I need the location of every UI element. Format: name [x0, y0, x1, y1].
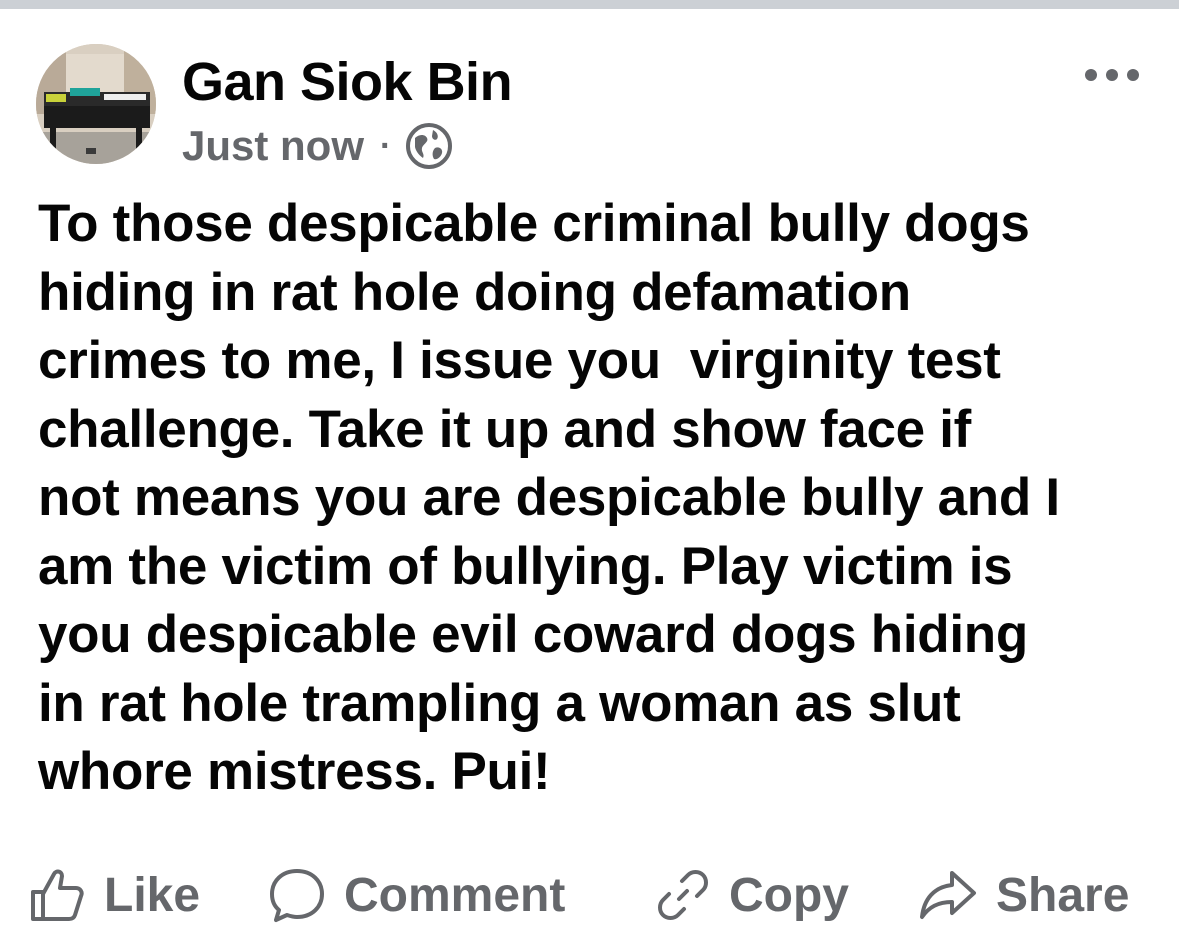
link-icon — [658, 870, 708, 920]
like-label: Like — [104, 868, 201, 922]
timestamp[interactable]: Just now — [182, 122, 364, 170]
post-line: am the victim of bullying. Play victim i… — [38, 536, 1013, 596]
post-line: in rat hole trampling a woman as slut — [38, 673, 961, 733]
post-line: whore mistress. Pui! — [38, 742, 551, 801]
post-line: hiding in rat hole doing defamation — [38, 262, 911, 322]
share-button[interactable]: Share — [918, 860, 1129, 930]
share-label: Share — [996, 868, 1130, 922]
comment-label: Comment — [344, 868, 566, 922]
post-line: you despicable evil coward dogs hiding — [38, 605, 1028, 664]
post-line: challenge. Take it up and show face if — [38, 399, 971, 459]
copy-button[interactable]: Copy — [655, 860, 849, 930]
more-dot — [1127, 69, 1139, 81]
share-arrow-icon — [920, 871, 976, 919]
like-button[interactable]: Like — [28, 860, 200, 930]
avatar-image — [36, 44, 156, 164]
more-options-icon[interactable] — [1085, 58, 1139, 92]
copy-label: Copy — [729, 868, 849, 922]
thumbs-up-icon — [31, 869, 84, 921]
post-body: To those despicable criminal bully dogs h… — [38, 190, 1148, 807]
more-dot — [1106, 69, 1118, 81]
comment-bubble-icon — [270, 869, 324, 922]
avatar[interactable] — [36, 44, 156, 164]
meta-separator: · — [380, 126, 392, 165]
globe-icon[interactable] — [405, 122, 453, 170]
top-divider — [0, 0, 1179, 9]
post-line: not means you are despicable bully and I — [38, 468, 1060, 527]
post-line: crimes to me, I issue you virginity test — [38, 331, 1001, 390]
action-bar: Like Comment Copy Share — [0, 860, 1179, 930]
author-name[interactable]: Gan Siok Bin — [182, 52, 513, 112]
more-dot — [1085, 69, 1097, 81]
post-meta: Just now · — [182, 120, 453, 172]
comment-button[interactable]: Comment — [268, 860, 565, 930]
post-line: To those despicable criminal bully dogs — [38, 194, 1030, 253]
